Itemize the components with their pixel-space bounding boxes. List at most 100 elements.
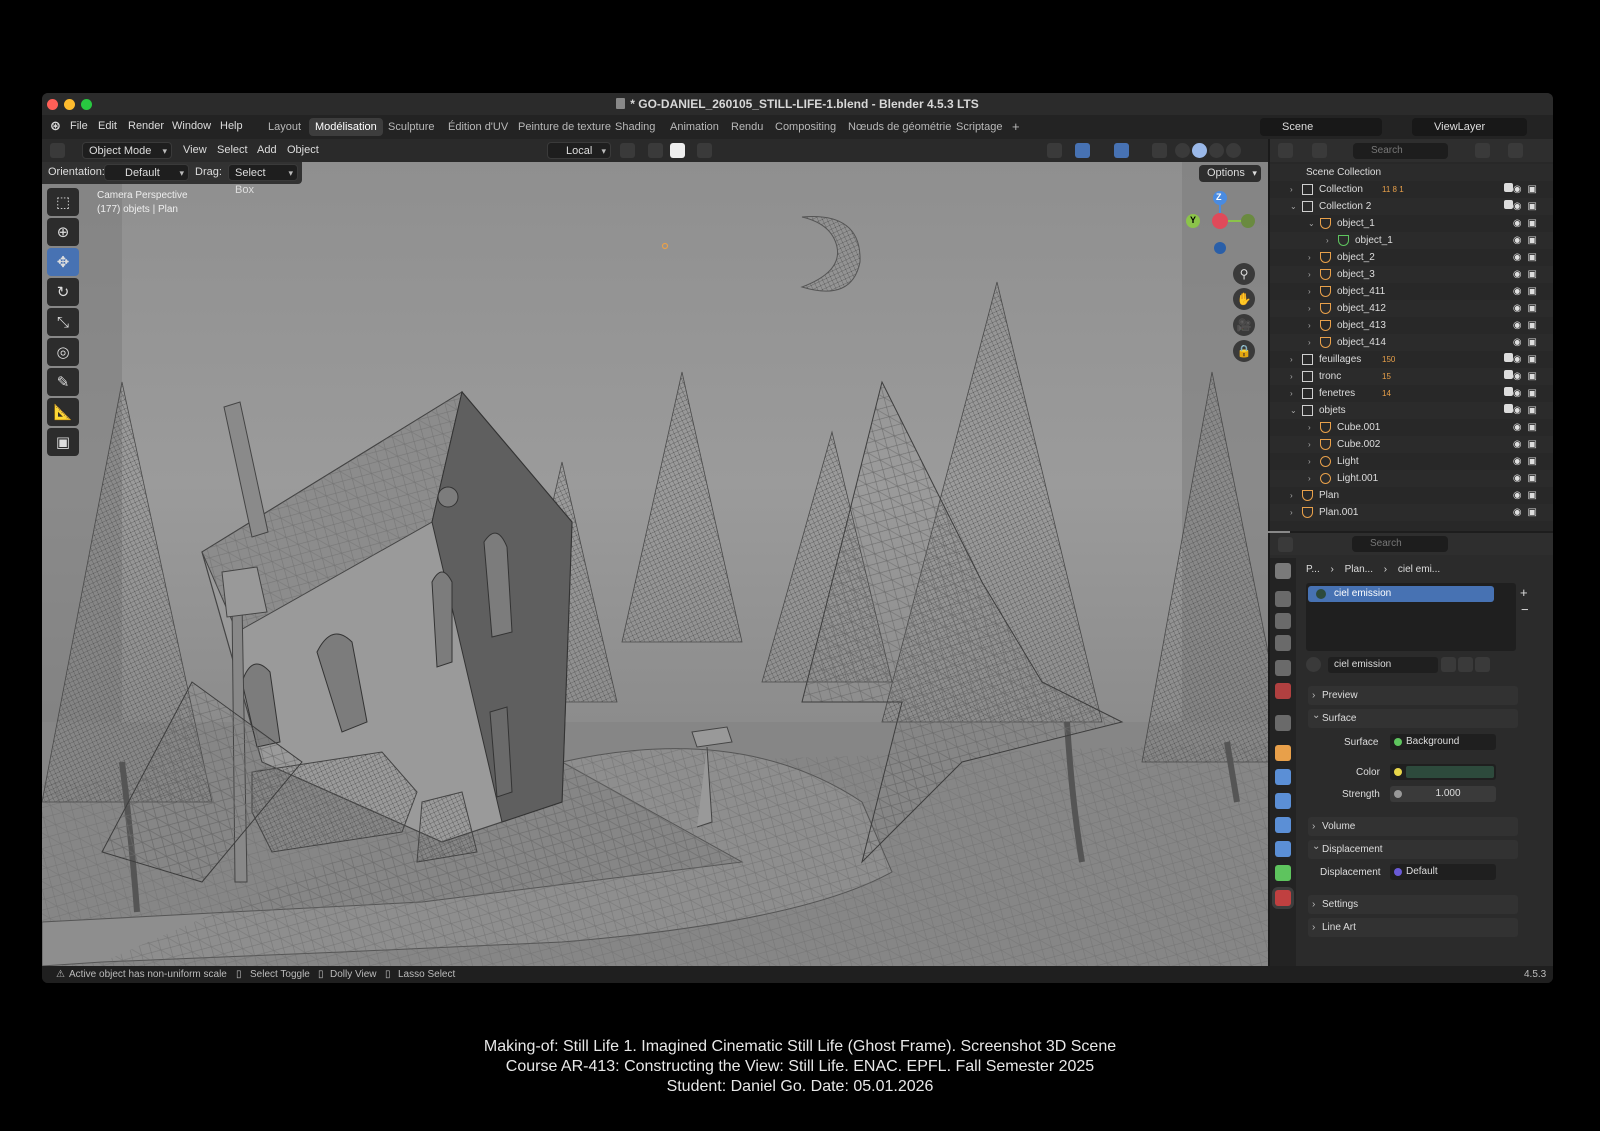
duplicate-material-icon[interactable]: [1458, 657, 1473, 672]
expand-chevron-icon[interactable]: ›: [1290, 487, 1293, 504]
cursor-tool-icon[interactable]: ⊕: [47, 218, 79, 246]
add-workspace-button[interactable]: +: [1006, 118, 1026, 136]
tab-texture-paint[interactable]: Peinture de texture: [512, 118, 617, 136]
eye-icon[interactable]: ◉: [1513, 337, 1528, 348]
visibility-controls[interactable]: ◉▣: [1503, 198, 1543, 215]
exclude-checkbox[interactable]: [1503, 404, 1513, 413]
eye-icon[interactable]: ◉: [1513, 184, 1528, 195]
settings-panel[interactable]: Settings: [1308, 895, 1518, 914]
surface-panel[interactable]: Surface: [1308, 706, 1518, 728]
menu-help[interactable]: Help: [220, 120, 243, 132]
scene-collection-row[interactable]: Scene Collection: [1270, 164, 1553, 181]
outliner-row[interactable]: › object_3 ◉▣: [1270, 266, 1553, 283]
mode-dropdown[interactable]: Object Mode: [82, 142, 172, 160]
outliner-row[interactable]: › tronc 15 ◉▣: [1270, 368, 1553, 385]
camera-render-icon[interactable]: ▣: [1528, 286, 1543, 297]
measure-tool-icon[interactable]: 📐: [47, 398, 79, 426]
menu-view[interactable]: View: [183, 144, 207, 156]
tab-compositing[interactable]: Compositing: [769, 118, 842, 136]
expand-chevron-icon[interactable]: ›: [1290, 351, 1293, 368]
expand-chevron-icon[interactable]: ›: [1308, 249, 1311, 266]
camera-render-icon[interactable]: ▣: [1528, 371, 1543, 382]
outliner-row[interactable]: ⌄ Collection 2 ◉▣: [1270, 198, 1553, 215]
menu-object[interactable]: Object: [287, 144, 319, 156]
camera-render-icon[interactable]: ▣: [1528, 354, 1543, 365]
outliner-row[interactable]: › Light ◉▣: [1270, 453, 1553, 470]
outliner-row[interactable]: › object_1 ◉▣: [1270, 232, 1553, 249]
outliner-row[interactable]: › object_414 ◉▣: [1270, 334, 1553, 351]
tab-geometry-nodes[interactable]: Nœuds de géométrie: [842, 118, 957, 136]
navigation-gizmo[interactable]: Z Y: [1182, 188, 1257, 258]
eye-icon[interactable]: ◉: [1513, 439, 1528, 450]
color-field[interactable]: [1390, 764, 1496, 780]
add-slot-button[interactable]: +: [1520, 585, 1528, 600]
expand-chevron-icon[interactable]: ›: [1308, 317, 1311, 334]
visibility-controls[interactable]: ◉▣: [1513, 249, 1543, 266]
camera-render-icon[interactable]: ▣: [1528, 388, 1543, 399]
visibility-controls[interactable]: ◉▣: [1513, 300, 1543, 317]
modifier-tab-icon[interactable]: [1275, 769, 1291, 785]
color-swatch[interactable]: [1406, 766, 1494, 778]
minimize-window-button[interactable]: [64, 99, 75, 110]
expand-chevron-icon[interactable]: ›: [1308, 470, 1311, 487]
blender-logo-icon[interactable]: ⊛: [50, 118, 61, 134]
outliner-row[interactable]: › feuillages 150 ◉▣: [1270, 351, 1553, 368]
preview-panel[interactable]: Preview: [1308, 686, 1518, 705]
camera-render-icon[interactable]: ▣: [1528, 252, 1543, 263]
volume-panel[interactable]: Volume: [1308, 817, 1518, 836]
tab-animation[interactable]: Animation: [664, 118, 725, 136]
tab-uv-editing[interactable]: Édition d'UV: [442, 118, 514, 136]
camera-render-icon[interactable]: ▣: [1528, 337, 1543, 348]
camera-render-icon[interactable]: ▣: [1528, 490, 1543, 501]
add-cube-tool-icon[interactable]: ▣: [47, 428, 79, 456]
eye-icon[interactable]: ◉: [1513, 252, 1528, 263]
expand-chevron-icon[interactable]: ⌄: [1308, 215, 1315, 232]
tab-rendu[interactable]: Rendu: [725, 118, 769, 136]
filter-icon[interactable]: [1475, 143, 1490, 158]
eye-icon[interactable]: ◉: [1513, 473, 1528, 484]
menu-file[interactable]: File: [70, 120, 88, 132]
snap-icon[interactable]: [648, 143, 663, 158]
scale-tool-icon[interactable]: ⤡: [47, 308, 79, 336]
3d-viewport[interactable]: [42, 162, 1290, 966]
options-button[interactable]: Options: [1199, 165, 1261, 182]
object-tab-icon[interactable]: [1275, 745, 1291, 761]
tab-sculpture[interactable]: Sculpture: [382, 118, 440, 136]
render-tab-icon[interactable]: [1275, 591, 1291, 607]
outliner-row[interactable]: › Collection 11 8 1 ◉▣: [1270, 181, 1553, 198]
properties-editor-type-icon[interactable]: [1278, 537, 1293, 552]
display-mode-icon[interactable]: [1312, 143, 1327, 158]
lock-icon[interactable]: 🔒: [1233, 340, 1255, 362]
snap-target-icon[interactable]: [670, 143, 685, 158]
eye-icon[interactable]: ◉: [1513, 286, 1528, 297]
camera-render-icon[interactable]: ▣: [1528, 269, 1543, 280]
outliner-row[interactable]: ⌄ objets ◉▣: [1270, 402, 1553, 419]
overlay-toggle-icon[interactable]: [1114, 143, 1129, 158]
visibility-controls[interactable]: ◉▣: [1503, 385, 1543, 402]
exclude-checkbox[interactable]: [1503, 387, 1513, 396]
properties-search-input[interactable]: Search: [1352, 536, 1448, 552]
outliner-row[interactable]: › Cube.001 ◉▣: [1270, 419, 1553, 436]
data-tab-icon[interactable]: [1275, 865, 1291, 881]
camera-render-icon[interactable]: ▣: [1528, 456, 1543, 467]
particles-tab-icon[interactable]: [1275, 793, 1291, 809]
outliner-row[interactable]: › object_412 ◉▣: [1270, 300, 1553, 317]
camera-render-icon[interactable]: ▣: [1528, 218, 1543, 229]
camera-render-icon[interactable]: ▣: [1528, 320, 1543, 331]
orientation-dropdown[interactable]: Default: [104, 164, 189, 182]
physics-tab-icon[interactable]: [1275, 817, 1291, 833]
expand-chevron-icon[interactable]: ›: [1290, 181, 1293, 198]
viewlayer-selector[interactable]: ViewLayer: [1412, 118, 1527, 136]
eye-icon[interactable]: ◉: [1513, 371, 1528, 382]
visibility-controls[interactable]: ◉▣: [1513, 283, 1543, 300]
gizmo-toggle-icon[interactable]: [1075, 143, 1090, 158]
expand-chevron-icon[interactable]: ⌄: [1290, 402, 1297, 419]
collection-tab-icon[interactable]: [1275, 715, 1291, 731]
tool-tab-icon[interactable]: [1275, 563, 1291, 579]
camera-render-icon[interactable]: ▣: [1528, 405, 1543, 416]
visibility-controls[interactable]: ◉▣: [1503, 402, 1543, 419]
expand-chevron-icon[interactable]: ›: [1326, 232, 1329, 249]
outliner-row[interactable]: › object_2 ◉▣: [1270, 249, 1553, 266]
tab-shading[interactable]: Shading: [609, 118, 661, 136]
camera-render-icon[interactable]: ▣: [1528, 201, 1543, 212]
